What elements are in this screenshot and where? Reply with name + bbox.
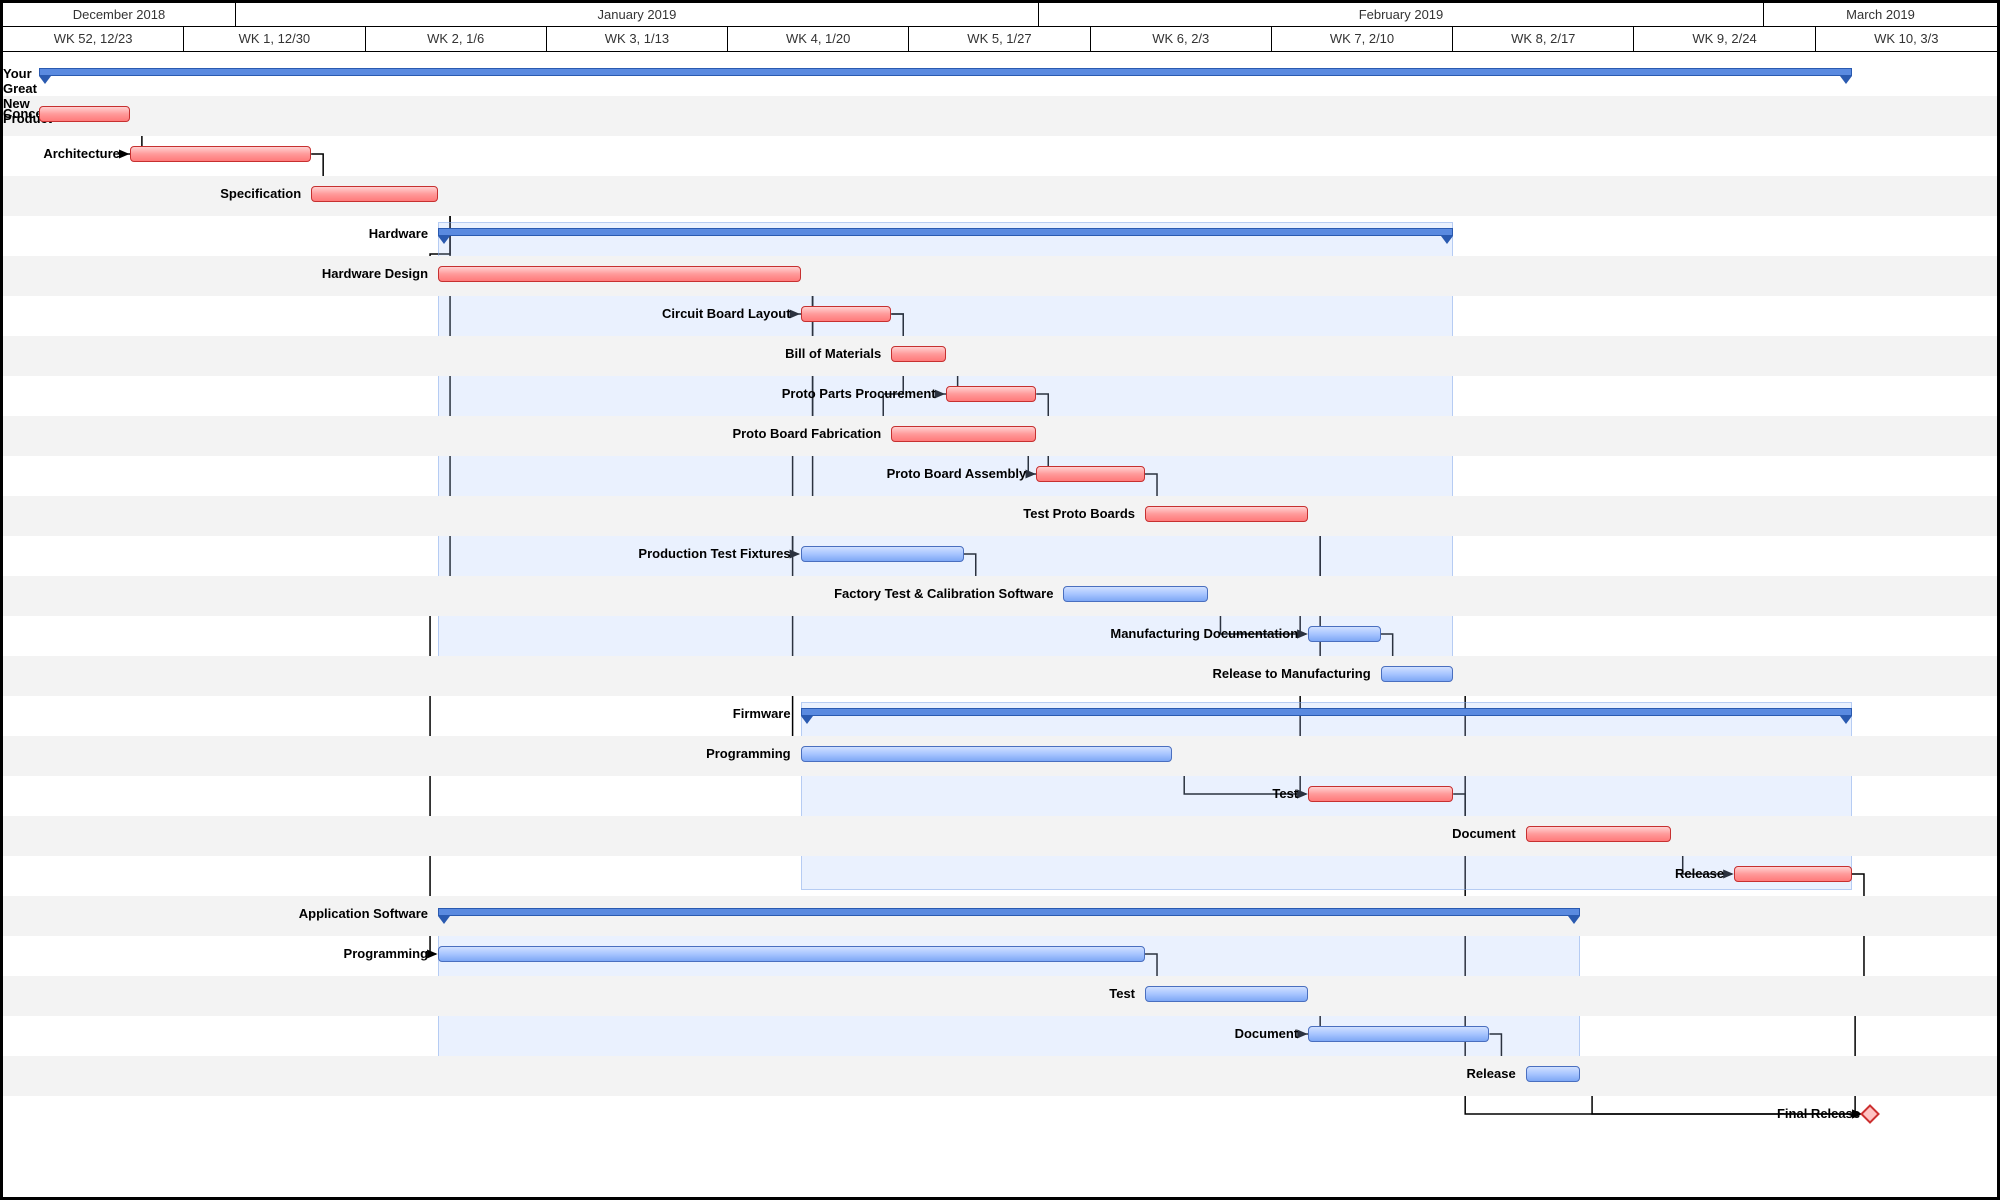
task-label: Hardware xyxy=(3,226,428,241)
task-label: Manufacturing Documentation xyxy=(3,626,1298,641)
task-bar[interactable] xyxy=(1526,826,1671,842)
task-bar[interactable] xyxy=(1526,1066,1580,1082)
task-label: Test Proto Boards xyxy=(3,506,1135,521)
task-label: Factory Test & Calibration Software xyxy=(3,586,1053,601)
task-bar[interactable] xyxy=(801,546,964,562)
task-label: Proto Parts Procurement xyxy=(3,386,936,401)
task-bar[interactable] xyxy=(1308,786,1453,802)
week-cell: WK 6, 2/3 xyxy=(1091,27,1272,51)
task-label: Production Test Fixtures xyxy=(3,546,791,561)
gantt-row xyxy=(3,56,1997,96)
task-label: Programming xyxy=(3,746,791,761)
week-cell: WK 10, 3/3 xyxy=(1816,27,1997,51)
week-cell: WK 9, 2/24 xyxy=(1634,27,1815,51)
task-bar[interactable] xyxy=(1145,506,1308,522)
task-bar[interactable] xyxy=(946,386,1037,402)
task-bar[interactable] xyxy=(39,106,130,122)
task-label: Specification xyxy=(3,186,301,201)
task-label: Release xyxy=(3,866,1724,881)
month-cell: March 2019 xyxy=(1764,3,1997,26)
week-cell: WK 3, 1/13 xyxy=(547,27,728,51)
task-bar[interactable] xyxy=(801,746,1173,762)
task-bar[interactable] xyxy=(130,146,311,162)
task-label: Release xyxy=(3,1066,1516,1081)
month-row: December 2018January 2019February 2019Ma… xyxy=(3,3,1997,27)
task-label: Concept xyxy=(3,106,29,121)
month-cell: December 2018 xyxy=(3,3,236,26)
task-bar[interactable] xyxy=(438,266,801,282)
task-label: Proto Board Fabrication xyxy=(3,426,881,441)
week-row: WK 52, 12/23WK 1, 12/30WK 2, 1/6WK 3, 1/… xyxy=(3,27,1997,51)
task-bar[interactable] xyxy=(801,306,892,322)
summary-bar[interactable] xyxy=(438,228,1453,236)
task-label: Application Software xyxy=(3,906,428,921)
week-cell: WK 1, 12/30 xyxy=(184,27,365,51)
week-cell: WK 52, 12/23 xyxy=(3,27,184,51)
task-label: Test xyxy=(3,786,1298,801)
summary-bar[interactable] xyxy=(801,708,1852,716)
task-label: Bill of Materials xyxy=(3,346,881,361)
gantt-row xyxy=(3,176,1997,216)
task-bar[interactable] xyxy=(1036,466,1145,482)
summary-bar[interactable] xyxy=(438,908,1580,916)
gantt-frame: December 2018January 2019February 2019Ma… xyxy=(0,0,2000,1200)
week-cell: WK 2, 1/6 xyxy=(366,27,547,51)
task-bar[interactable] xyxy=(1734,866,1852,882)
task-label: Circuit Board Layout xyxy=(3,306,791,321)
task-label: Proto Board Assembly xyxy=(3,466,1026,481)
task-bar[interactable] xyxy=(891,346,945,362)
task-bar[interactable] xyxy=(311,186,438,202)
task-bar[interactable] xyxy=(1145,986,1308,1002)
task-bar[interactable] xyxy=(1381,666,1454,682)
task-label: Test xyxy=(3,986,1135,1001)
summary-bar[interactable] xyxy=(39,68,1852,76)
month-cell: February 2019 xyxy=(1039,3,1764,26)
task-bar[interactable] xyxy=(891,426,1036,442)
task-label: Final Release xyxy=(3,1106,1860,1121)
task-label: Document xyxy=(3,1026,1298,1041)
task-label: Release to Manufacturing xyxy=(3,666,1371,681)
week-cell: WK 5, 1/27 xyxy=(909,27,1090,51)
task-bar[interactable] xyxy=(1308,626,1381,642)
task-label: Programming xyxy=(3,946,428,961)
week-cell: WK 7, 2/10 xyxy=(1272,27,1453,51)
month-cell: January 2019 xyxy=(236,3,1039,26)
week-cell: WK 4, 1/20 xyxy=(728,27,909,51)
week-cell: WK 8, 2/17 xyxy=(1453,27,1634,51)
task-label: Hardware Design xyxy=(3,266,428,281)
task-label: Firmware xyxy=(3,706,791,721)
gantt-row xyxy=(3,96,1997,136)
task-label: Document xyxy=(3,826,1516,841)
task-bar[interactable] xyxy=(438,946,1145,962)
task-bar[interactable] xyxy=(1308,1026,1489,1042)
timeline-header: December 2018January 2019February 2019Ma… xyxy=(3,3,1997,52)
task-bar[interactable] xyxy=(1063,586,1208,602)
task-label: Architecture xyxy=(3,146,120,161)
